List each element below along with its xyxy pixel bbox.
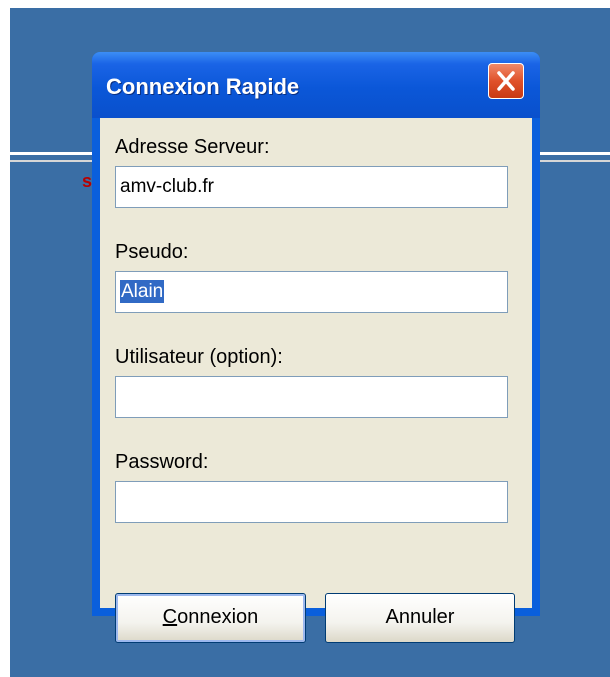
connect-button[interactable]: Connexion [115,593,306,643]
dialog-title: Connexion Rapide [106,74,300,99]
connect-button-label: Connexion [162,606,259,628]
password-label: Password: [115,451,209,473]
pseudo-label: Pseudo: [115,241,189,263]
user-label: Utilisateur (option): [115,346,283,368]
password-input[interactable] [115,481,508,523]
user-input[interactable] [115,376,508,418]
server-input[interactable]: amv-club.fr [115,166,508,208]
close-icon [497,71,515,91]
pseudo-input[interactable]: Alain [115,271,508,313]
dialog-body: Adresse Serveur: amv-club.fr Pseudo: Ala… [100,118,532,643]
cancel-button-label: Annuler [385,606,455,628]
cancel-button[interactable]: Annuler [325,593,515,643]
quick-connect-dialog: Connexion Rapide Adresse Serveur: amv-cl… [92,52,540,643]
dialog-titlebar[interactable]: Connexion Rapide [92,52,540,118]
close-button[interactable] [488,63,524,99]
server-input-value: amv-club.fr [120,176,214,197]
server-label: Adresse Serveur: [115,136,270,158]
pseudo-input-value: Alain [120,280,165,303]
